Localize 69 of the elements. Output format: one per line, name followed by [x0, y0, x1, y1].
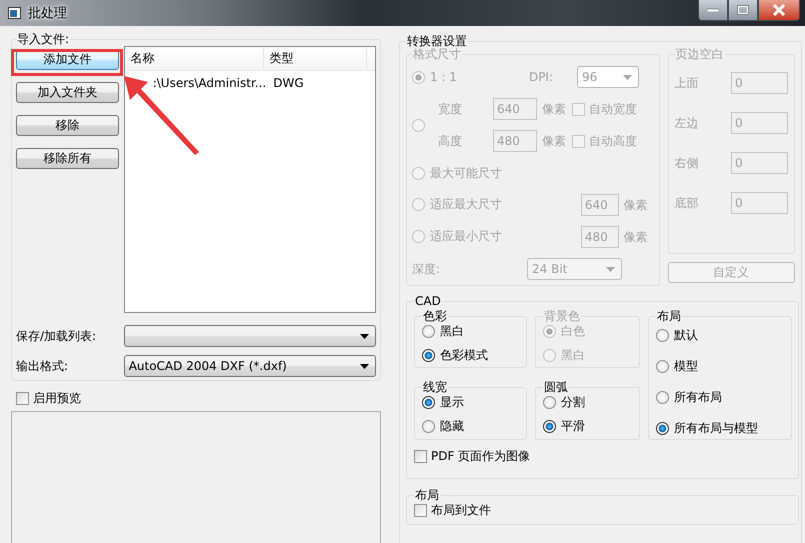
table-cell-text: :\Users\Administr... — [152, 76, 266, 90]
group-title: 布局 — [414, 489, 440, 502]
radio-button[interactable] — [422, 396, 435, 409]
checkbox[interactable]: 启用预览 — [16, 390, 81, 407]
maximize-button[interactable] — [728, 0, 758, 21]
maximize-icon — [737, 5, 749, 15]
group-title: 导入文件: — [16, 33, 70, 46]
group-title: 色彩 — [422, 310, 448, 323]
caret-icon — [606, 266, 615, 272]
radio-label[interactable]: 平滑 — [561, 418, 585, 435]
radio-label[interactable]: 模型 — [674, 358, 698, 375]
radio-button[interactable] — [543, 420, 556, 433]
group-title: 圆弧 — [543, 381, 569, 394]
unit-label: 像素 — [542, 100, 566, 118]
radio-button[interactable] — [543, 396, 556, 409]
radio-button[interactable] — [422, 420, 435, 433]
group-title: 背景色 — [543, 310, 581, 323]
file-button[interactable]: 加入文件夹 — [16, 82, 119, 103]
checkbox[interactable]: PDF 页面作为图像 — [414, 448, 530, 465]
minimize-icon — [707, 8, 719, 12]
field-label: 输出格式: — [16, 358, 70, 374]
field-label: 底部 — [674, 194, 699, 212]
close-button[interactable] — [758, 0, 800, 21]
field-label: 保存/加载列表: — [16, 328, 98, 344]
radio-label[interactable]: 黑白 — [440, 323, 464, 340]
unit-label: 像素 — [542, 132, 566, 150]
group-title: 布局 — [656, 310, 682, 323]
radio-button[interactable] — [422, 325, 435, 338]
field-label: 上面 — [674, 74, 699, 92]
radio-button[interactable] — [656, 391, 669, 404]
unit-label: 像素 — [624, 196, 648, 214]
column-header[interactable]: 类型 — [264, 47, 367, 70]
file-button[interactable]: 移除所有 — [16, 148, 119, 169]
checkbox[interactable]: 布局到文件 — [414, 502, 491, 519]
field-label: 宽度 — [437, 100, 463, 118]
dropdown[interactable] — [124, 325, 376, 347]
close-icon — [772, 4, 786, 16]
field-label: 右侧 — [674, 154, 699, 172]
minimize-button[interactable] — [698, 0, 728, 21]
group-title: 页边空白 — [674, 48, 725, 61]
group-title: 线宽 — [422, 381, 448, 394]
caret-icon — [360, 334, 369, 338]
radio-label[interactable]: 默认 — [674, 327, 698, 344]
radio-button[interactable] — [656, 360, 669, 373]
radio-label[interactable]: 所有布局 — [674, 389, 722, 406]
field-label: 左边 — [674, 114, 699, 132]
radio-label[interactable]: 分割 — [561, 394, 585, 411]
window-title: 批处理 — [28, 5, 67, 22]
field-label: DPI: — [528, 70, 554, 84]
window-icon — [8, 7, 21, 19]
radio-label[interactable]: 隐藏 — [440, 418, 464, 435]
radio-button[interactable] — [656, 422, 669, 435]
table-cell-text: DWG — [272, 76, 305, 90]
group-title: CAD — [414, 295, 442, 308]
field-label: 深度: — [412, 260, 442, 278]
caret-icon — [360, 364, 369, 368]
radio-label[interactable]: 所有布局与模型 — [674, 420, 758, 437]
radio-label[interactable]: 显示 — [440, 394, 464, 411]
group-title: 转换器设置 — [406, 35, 468, 48]
caret-icon — [622, 74, 632, 80]
group-title: 格式尺寸 — [412, 48, 462, 61]
file-button[interactable]: 移除 — [16, 115, 119, 136]
field-label: 高度 — [437, 132, 463, 150]
radio-label[interactable]: 色彩模式 — [440, 347, 488, 364]
radio-button[interactable] — [422, 349, 435, 362]
unit-label: 像素 — [624, 228, 648, 246]
radio-button[interactable] — [656, 329, 669, 342]
dropdown[interactable]: AutoCAD 2004 DXF (*.dxf) — [124, 355, 376, 377]
column-header[interactable]: 名称 — [124, 47, 264, 70]
